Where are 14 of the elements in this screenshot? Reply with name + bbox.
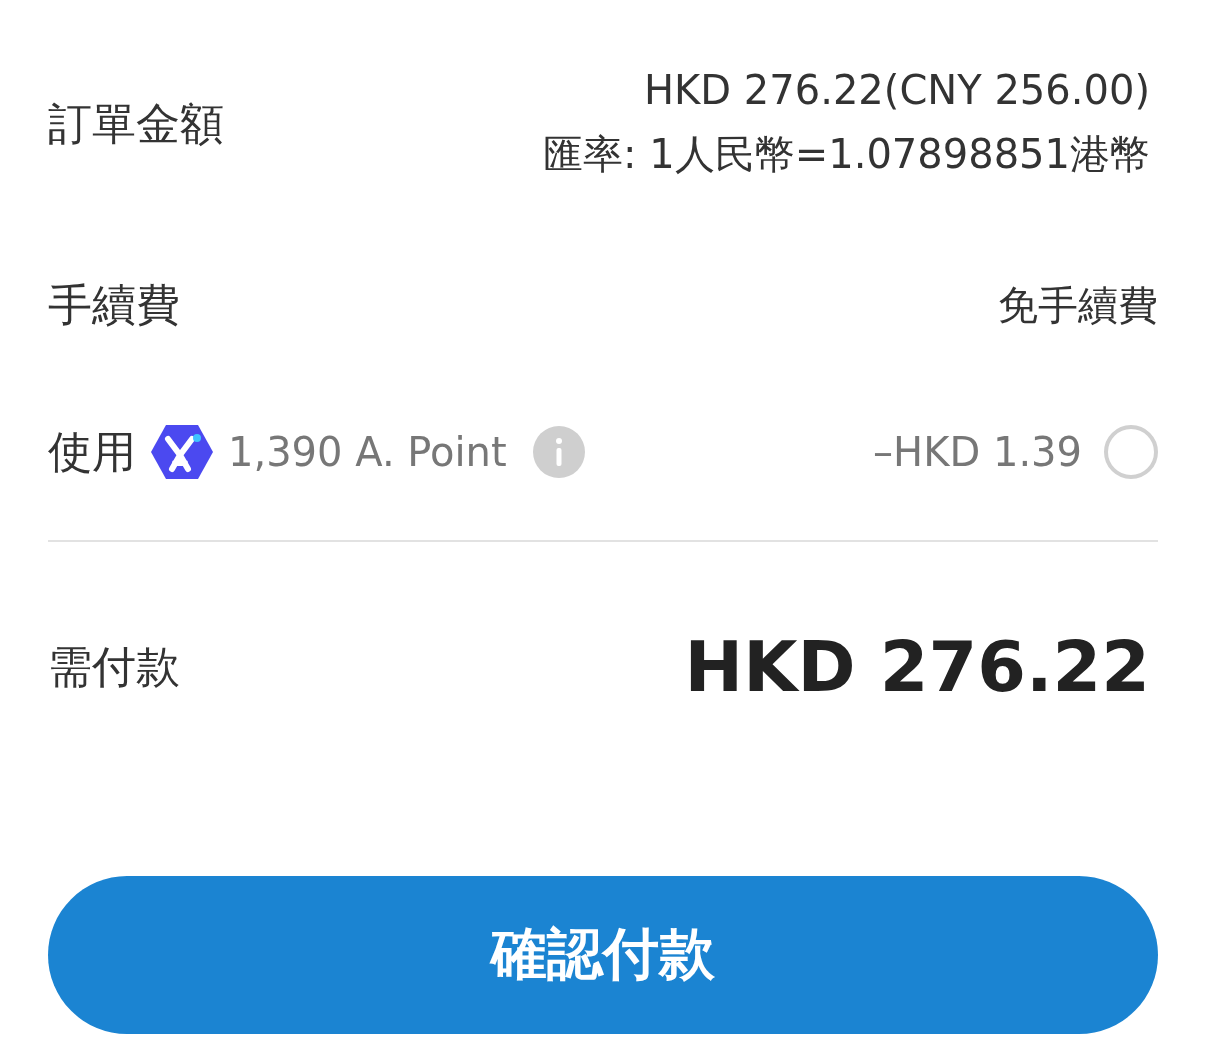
total-amount: HKD 276.22 bbox=[684, 626, 1151, 708]
row-label: 訂單金額 bbox=[48, 96, 224, 151]
row-label: 手續費 bbox=[48, 277, 180, 332]
points-radio[interactable] bbox=[1104, 425, 1158, 479]
exchange-rate: 匯率: 1人民幣=1.07898851港幣 bbox=[543, 129, 1150, 179]
fee-value: 免手續費 bbox=[998, 280, 1158, 330]
row-label: 使用 bbox=[48, 424, 136, 479]
info-icon[interactable] bbox=[532, 426, 585, 478]
points-deduction: –HKD 1.39 bbox=[873, 429, 1082, 475]
points-logo-icon bbox=[150, 423, 214, 481]
order-amount: HKD 276.22(CNY 256.00) bbox=[644, 66, 1150, 113]
confirm-payment-button[interactable]: 確認付款 bbox=[48, 876, 1158, 1034]
row-label: 需付款 bbox=[48, 639, 180, 694]
points-amount: 1,390 A. Point bbox=[228, 429, 507, 475]
